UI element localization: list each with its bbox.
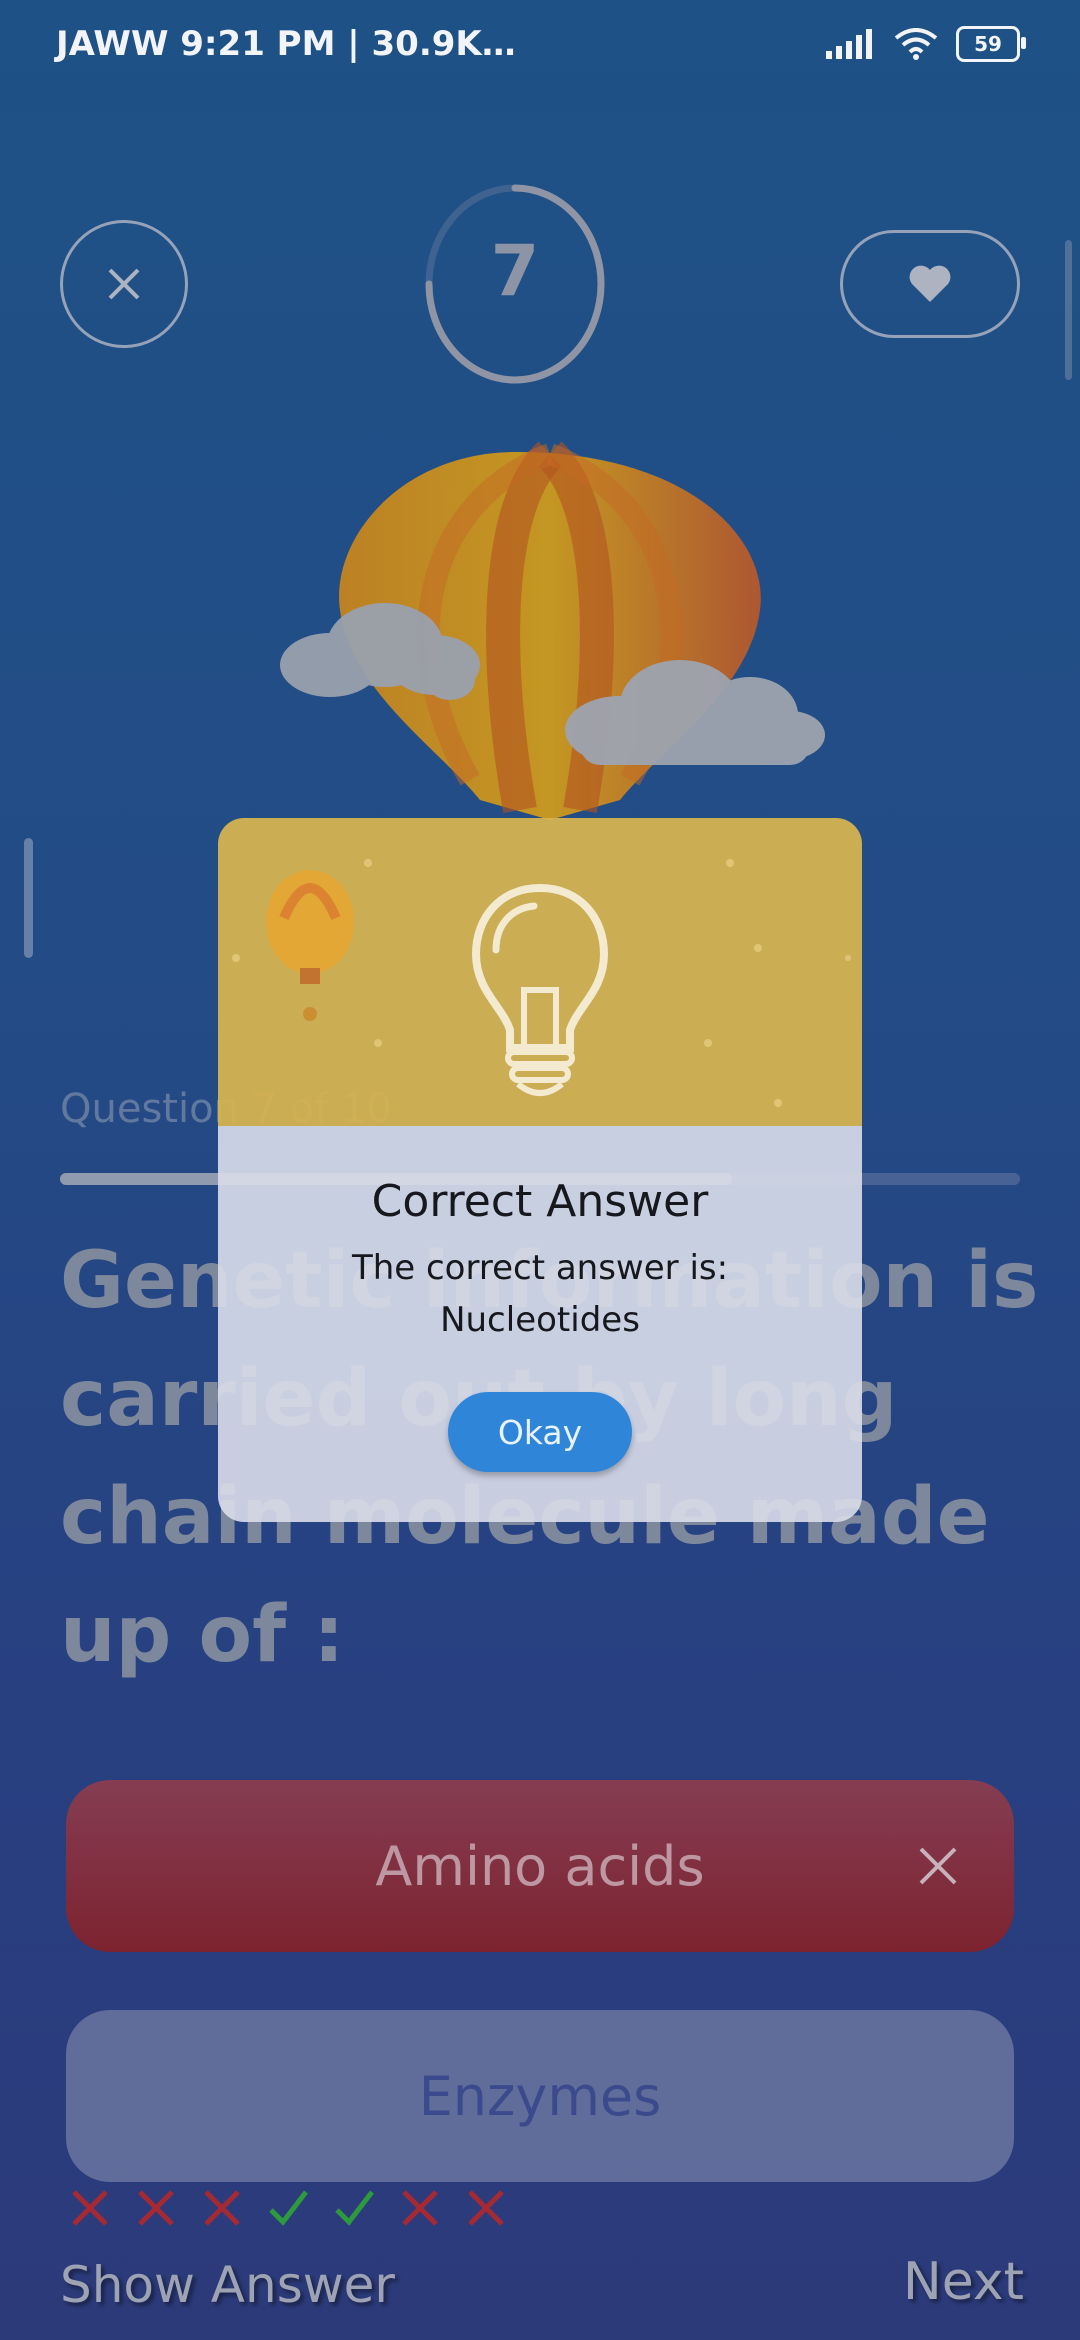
quit-quiz-button[interactable] bbox=[60, 220, 188, 348]
dialog-answer-text: Nucleotides bbox=[440, 1300, 640, 1340]
status-bar: JAWW 9:21 PM | 30.9K… 59 bbox=[0, 0, 1080, 100]
timer-value: 7 bbox=[490, 230, 540, 312]
check-icon bbox=[269, 2190, 308, 2226]
dialog-header bbox=[218, 818, 862, 1126]
wrong-answer-icon bbox=[919, 1847, 957, 1885]
option-label: Enzymes bbox=[418, 2064, 662, 2128]
lightbulb-icon bbox=[471, 883, 609, 1096]
dialog-message-line1: The correct answer is: bbox=[351, 1248, 729, 1288]
cross-icon bbox=[402, 2190, 438, 2226]
small-balloon-icon bbox=[266, 870, 354, 1021]
heart-icon bbox=[909, 265, 951, 302]
status-icons: 59 bbox=[826, 26, 1026, 62]
correct-answer-dialog: Correct Answer The correct answer is: Nu… bbox=[218, 818, 862, 1522]
cross-icon bbox=[72, 2190, 108, 2226]
favorite-button[interactable] bbox=[840, 230, 1020, 338]
next-button[interactable]: Next bbox=[903, 2252, 1024, 2312]
close-icon bbox=[108, 268, 140, 300]
cross-icon bbox=[468, 2190, 504, 2226]
cross-icon bbox=[204, 2190, 240, 2226]
battery-icon: 59 bbox=[956, 26, 1026, 62]
dialog-message: The correct answer is: Nucleotides bbox=[218, 1242, 862, 1346]
option-button-enzymes[interactable]: Enzymes bbox=[66, 2010, 1014, 2182]
answer-history bbox=[70, 2188, 506, 2228]
signal-icon bbox=[826, 29, 872, 59]
option-button-amino-acids[interactable]: Amino acids bbox=[66, 1780, 1014, 1952]
battery-level: 59 bbox=[974, 32, 1002, 56]
okay-button[interactable]: Okay bbox=[448, 1392, 632, 1472]
cross-icon bbox=[138, 2190, 174, 2226]
dialog-title: Correct Answer bbox=[371, 1176, 709, 1227]
side-handle[interactable] bbox=[24, 838, 33, 958]
check-icon bbox=[335, 2190, 374, 2226]
wifi-icon bbox=[894, 28, 938, 60]
option-label: Amino acids bbox=[375, 1834, 705, 1898]
scroll-indicator bbox=[1065, 240, 1072, 380]
show-answer-button[interactable]: Show Answer bbox=[60, 2256, 395, 2314]
status-bar-left-text: JAWW 9:21 PM | 30.9K… bbox=[56, 24, 516, 64]
